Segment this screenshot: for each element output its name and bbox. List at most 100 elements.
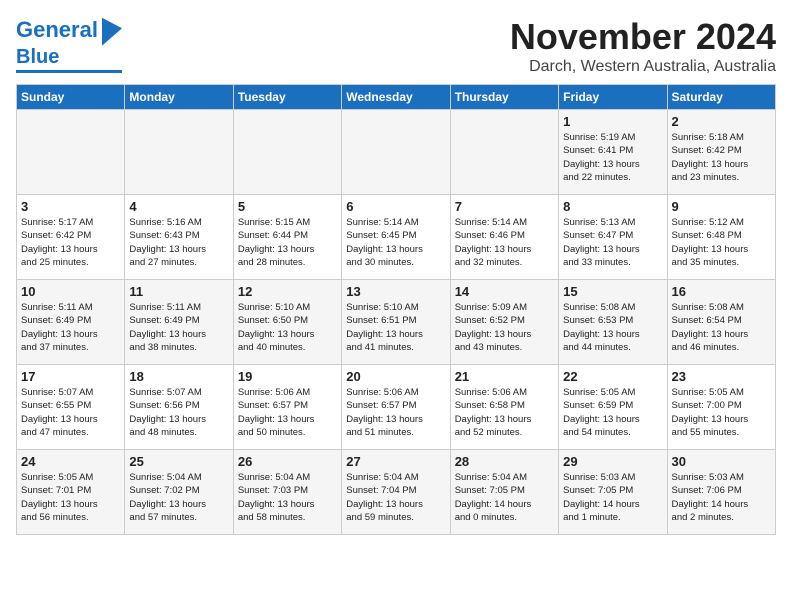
logo-arrow-icon [102, 14, 122, 46]
calendar-cell: 12 Sunrise: 5:10 AM Sunset: 6:50 PM Dayli… [233, 280, 341, 365]
day-number: 18 [129, 369, 228, 384]
day-info: Sunrise: 5:17 AM Sunset: 6:42 PM Dayligh… [21, 216, 120, 269]
day-number: 1 [563, 114, 662, 129]
day-info: Sunrise: 5:06 AM Sunset: 6:57 PM Dayligh… [238, 386, 337, 439]
calendar-cell: 2 Sunrise: 5:18 AM Sunset: 6:42 PM Daylig… [667, 110, 775, 195]
calendar-cell: 15 Sunrise: 5:08 AM Sunset: 6:53 PM Dayli… [559, 280, 667, 365]
day-number: 10 [21, 284, 120, 299]
day-number: 22 [563, 369, 662, 384]
day-number: 12 [238, 284, 337, 299]
calendar-title: November 2024 [510, 16, 776, 58]
day-info: Sunrise: 5:13 AM Sunset: 6:47 PM Dayligh… [563, 216, 662, 269]
calendar-cell: 4Sunrise: 5:16 AM Sunset: 6:43 PM Daylig… [125, 195, 233, 280]
header-monday: Monday [125, 85, 233, 110]
day-number: 21 [455, 369, 554, 384]
day-number: 3 [21, 199, 120, 214]
calendar-cell: 17Sunrise: 5:07 AM Sunset: 6:55 PM Dayli… [17, 365, 125, 450]
day-info: Sunrise: 5:12 AM Sunset: 6:48 PM Dayligh… [672, 216, 771, 269]
day-info: Sunrise: 5:05 AM Sunset: 7:01 PM Dayligh… [21, 471, 120, 524]
calendar-cell: 18 Sunrise: 5:07 AM Sunset: 6:56 PM Dayli… [125, 365, 233, 450]
calendar-cell: 26 Sunrise: 5:04 AM Sunset: 7:03 PM Dayli… [233, 450, 341, 535]
day-info: Sunrise: 5:11 AM Sunset: 6:49 PM Dayligh… [21, 301, 120, 354]
calendar-cell: 28Sunrise: 5:04 AM Sunset: 7:05 PM Dayli… [450, 450, 558, 535]
day-number: 19 [238, 369, 337, 384]
calendar-week-row: 10 Sunrise: 5:11 AM Sunset: 6:49 PM Dayli… [17, 280, 776, 365]
day-number: 14 [455, 284, 554, 299]
logo-underline [16, 70, 122, 73]
day-number: 20 [346, 369, 445, 384]
logo: General Blue [16, 16, 122, 73]
calendar-cell: 9 Sunrise: 5:12 AM Sunset: 6:48 PM Daylig… [667, 195, 775, 280]
day-info: Sunrise: 5:03 AM Sunset: 7:06 PM Dayligh… [672, 471, 771, 524]
day-info: Sunrise: 5:04 AM Sunset: 7:04 PM Dayligh… [346, 471, 445, 524]
day-info: Sunrise: 5:11 AM Sunset: 6:49 PM Dayligh… [129, 301, 228, 354]
header-tuesday: Tuesday [233, 85, 341, 110]
day-info: Sunrise: 5:07 AM Sunset: 6:56 PM Dayligh… [129, 386, 228, 439]
day-info: Sunrise: 5:18 AM Sunset: 6:42 PM Dayligh… [672, 131, 771, 184]
calendar-cell: 5Sunrise: 5:15 AM Sunset: 6:44 PM Daylig… [233, 195, 341, 280]
day-info: Sunrise: 5:05 AM Sunset: 7:00 PM Dayligh… [672, 386, 771, 439]
calendar-cell: 22Sunrise: 5:05 AM Sunset: 6:59 PM Dayli… [559, 365, 667, 450]
days-header-row: Sunday Monday Tuesday Wednesday Thursday… [17, 85, 776, 110]
day-number: 7 [455, 199, 554, 214]
header-sunday: Sunday [17, 85, 125, 110]
day-number: 26 [238, 454, 337, 469]
calendar-cell: 29Sunrise: 5:03 AM Sunset: 7:05 PM Dayli… [559, 450, 667, 535]
calendar-cell: 23Sunrise: 5:05 AM Sunset: 7:00 PM Dayli… [667, 365, 775, 450]
calendar-cell [233, 110, 341, 195]
calendar-cell: 21Sunrise: 5:06 AM Sunset: 6:58 PM Dayli… [450, 365, 558, 450]
calendar-table: Sunday Monday Tuesday Wednesday Thursday… [16, 84, 776, 535]
day-info: Sunrise: 5:10 AM Sunset: 6:51 PM Dayligh… [346, 301, 445, 354]
day-info: Sunrise: 5:06 AM Sunset: 6:57 PM Dayligh… [346, 386, 445, 439]
header-thursday: Thursday [450, 85, 558, 110]
logo-text: General [16, 18, 98, 42]
calendar-cell: 25 Sunrise: 5:04 AM Sunset: 7:02 PM Dayli… [125, 450, 233, 535]
calendar-cell: 13 Sunrise: 5:10 AM Sunset: 6:51 PM Dayli… [342, 280, 450, 365]
calendar-cell: 3 Sunrise: 5:17 AM Sunset: 6:42 PM Daylig… [17, 195, 125, 280]
day-number: 15 [563, 284, 662, 299]
day-number: 30 [672, 454, 771, 469]
day-number: 2 [672, 114, 771, 129]
calendar-cell: 30 Sunrise: 5:03 AM Sunset: 7:06 PM Dayli… [667, 450, 775, 535]
calendar-week-row: 24 Sunrise: 5:05 AM Sunset: 7:01 PM Dayli… [17, 450, 776, 535]
calendar-cell [450, 110, 558, 195]
day-number: 9 [672, 199, 771, 214]
day-number: 27 [346, 454, 445, 469]
logo-blue: Blue [16, 46, 59, 68]
day-info: Sunrise: 5:07 AM Sunset: 6:55 PM Dayligh… [21, 386, 120, 439]
day-number: 24 [21, 454, 120, 469]
calendar-cell: 14 Sunrise: 5:09 AM Sunset: 6:52 PM Dayli… [450, 280, 558, 365]
day-info: Sunrise: 5:08 AM Sunset: 6:53 PM Dayligh… [563, 301, 662, 354]
calendar-cell: 19 Sunrise: 5:06 AM Sunset: 6:57 PM Dayli… [233, 365, 341, 450]
day-number: 8 [563, 199, 662, 214]
day-number: 25 [129, 454, 228, 469]
day-info: Sunrise: 5:04 AM Sunset: 7:03 PM Dayligh… [238, 471, 337, 524]
day-info: Sunrise: 5:15 AM Sunset: 6:44 PM Dayligh… [238, 216, 337, 269]
page-header: General Blue November 2024 Darch, Wester… [16, 16, 776, 76]
calendar-week-row: 1 Sunrise: 5:19 AM Sunset: 6:41 PM Daylig… [17, 110, 776, 195]
calendar-cell [17, 110, 125, 195]
title-block: November 2024 Darch, Western Australia, … [510, 16, 776, 76]
day-info: Sunrise: 5:14 AM Sunset: 6:45 PM Dayligh… [346, 216, 445, 269]
calendar-cell: 27 Sunrise: 5:04 AM Sunset: 7:04 PM Dayli… [342, 450, 450, 535]
day-info: Sunrise: 5:04 AM Sunset: 7:05 PM Dayligh… [455, 471, 554, 524]
calendar-cell: 8 Sunrise: 5:13 AM Sunset: 6:47 PM Daylig… [559, 195, 667, 280]
calendar-cell: 6Sunrise: 5:14 AM Sunset: 6:45 PM Daylig… [342, 195, 450, 280]
calendar-cell: 20 Sunrise: 5:06 AM Sunset: 6:57 PM Dayli… [342, 365, 450, 450]
day-info: Sunrise: 5:19 AM Sunset: 6:41 PM Dayligh… [563, 131, 662, 184]
day-info: Sunrise: 5:09 AM Sunset: 6:52 PM Dayligh… [455, 301, 554, 354]
calendar-cell: 1 Sunrise: 5:19 AM Sunset: 6:41 PM Daylig… [559, 110, 667, 195]
calendar-cell [342, 110, 450, 195]
header-wednesday: Wednesday [342, 85, 450, 110]
day-info: Sunrise: 5:14 AM Sunset: 6:46 PM Dayligh… [455, 216, 554, 269]
header-saturday: Saturday [667, 85, 775, 110]
header-friday: Friday [559, 85, 667, 110]
logo-general: General [16, 17, 98, 42]
day-info: Sunrise: 5:08 AM Sunset: 6:54 PM Dayligh… [672, 301, 771, 354]
day-number: 13 [346, 284, 445, 299]
day-info: Sunrise: 5:04 AM Sunset: 7:02 PM Dayligh… [129, 471, 228, 524]
day-info: Sunrise: 5:10 AM Sunset: 6:50 PM Dayligh… [238, 301, 337, 354]
calendar-cell [125, 110, 233, 195]
calendar-week-row: 17Sunrise: 5:07 AM Sunset: 6:55 PM Dayli… [17, 365, 776, 450]
calendar-cell: 11Sunrise: 5:11 AM Sunset: 6:49 PM Dayli… [125, 280, 233, 365]
